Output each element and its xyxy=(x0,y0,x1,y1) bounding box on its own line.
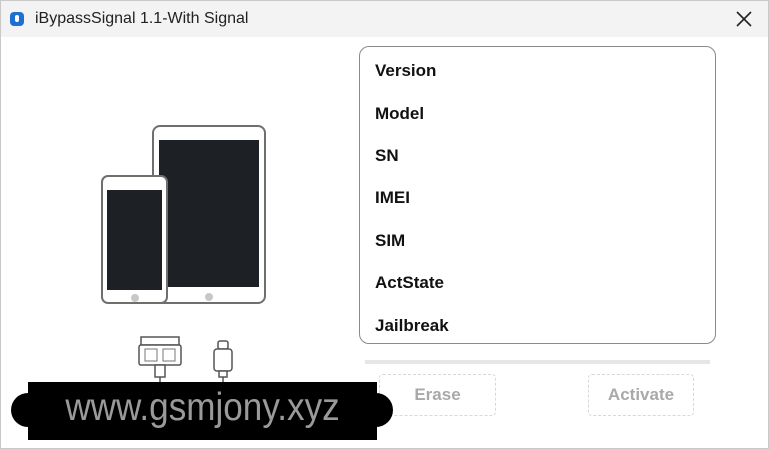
lightning-cable-icon xyxy=(213,340,233,383)
info-actstate-label: ActState xyxy=(375,273,444,292)
info-model-label: Model xyxy=(375,104,425,123)
info-imei-label: IMEI xyxy=(375,188,410,207)
window-title: iBypassSignal 1.1-With Signal xyxy=(35,10,249,27)
activate-button[interactable]: Activate xyxy=(588,374,694,416)
title-bar[interactable]: iBypassSignal 1.1-With Signal xyxy=(1,1,768,37)
phone-icon xyxy=(101,175,168,304)
watermark-text: www.gsmjony.xyz xyxy=(65,386,340,429)
tablet-icon xyxy=(152,125,266,304)
device-info-panel: Version Model SN IMEI SIM ActState Jailb… xyxy=(359,46,716,344)
app-window: iBypassSignal 1.1-With Signal Version Mo… xyxy=(0,0,769,449)
close-button[interactable] xyxy=(725,3,763,35)
info-jailbreak-label: Jailbreak xyxy=(375,316,449,335)
info-sn-label: SN xyxy=(375,146,399,165)
info-version-label: Version xyxy=(375,61,437,80)
info-sim-label: SIM xyxy=(375,231,406,250)
progress-bar xyxy=(365,360,710,364)
erase-button[interactable]: Erase xyxy=(379,374,496,416)
dock-connector-cable-icon xyxy=(138,336,182,383)
app-icon xyxy=(10,12,24,26)
watermark: www.gsmjony.xyz xyxy=(11,382,393,440)
close-icon xyxy=(736,11,752,27)
